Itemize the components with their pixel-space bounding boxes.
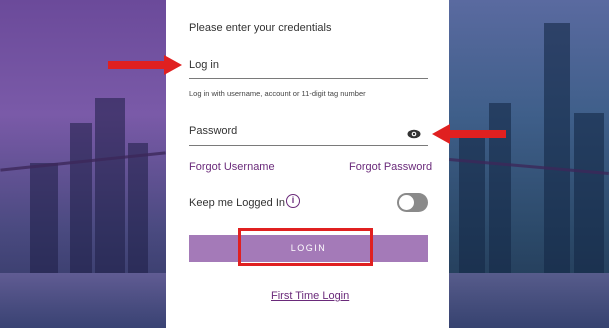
background-city-left	[0, 0, 166, 328]
login-button-highlight-box	[238, 228, 373, 266]
arrow-right-icon	[108, 55, 182, 75]
form-heading: Please enter your credentials	[189, 22, 332, 34]
login-hint: Log in with username, account or 11-digi…	[189, 89, 366, 98]
keep-logged-in-label: Keep me Logged In	[189, 197, 286, 209]
forgot-username-link[interactable]: Forgot Username	[189, 161, 275, 173]
keep-logged-in-toggle[interactable]	[397, 193, 428, 212]
background-city-right	[449, 0, 609, 328]
login-input-underline	[189, 78, 428, 79]
arrow-left-icon	[432, 124, 506, 144]
toggle-knob	[399, 195, 414, 210]
info-icon[interactable]: i	[286, 194, 300, 208]
first-time-login-link[interactable]: First Time Login	[271, 290, 349, 302]
password-input[interactable]: Password	[189, 125, 237, 137]
login-input[interactable]: Log in	[189, 59, 219, 71]
forgot-password-link[interactable]: Forgot Password	[349, 161, 432, 173]
eye-icon[interactable]	[407, 126, 421, 139]
password-input-underline	[189, 145, 428, 146]
